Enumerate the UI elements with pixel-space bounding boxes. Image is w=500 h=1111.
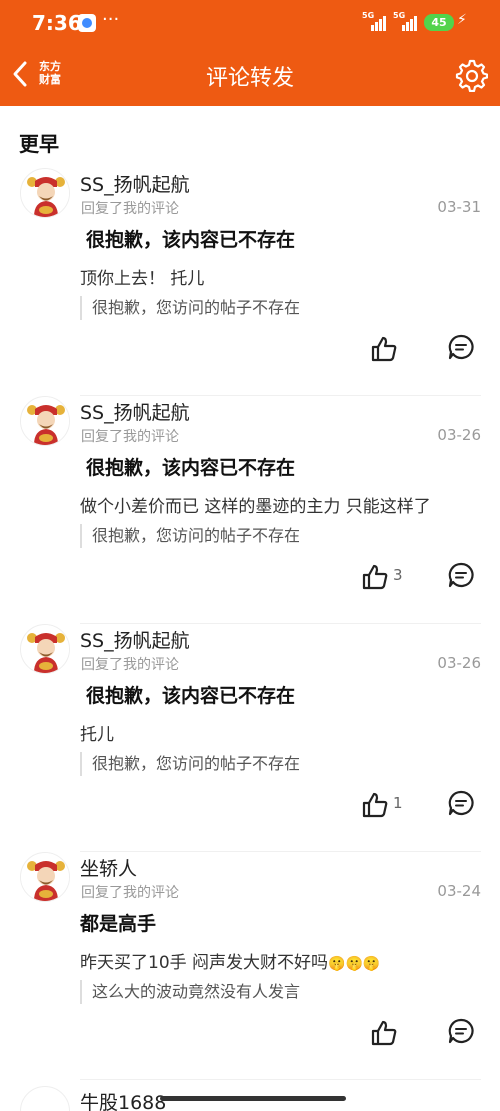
reply-button[interactable] <box>448 334 474 360</box>
thumbs-up-icon <box>371 336 397 362</box>
comment-icon <box>448 790 474 816</box>
comment-author[interactable]: SS_扬帆起航 <box>80 626 190 653</box>
quoted-post[interactable]: 很抱歉，您访问的帖子不存在 <box>80 752 300 776</box>
comment-title: 都是高手 <box>80 913 157 935</box>
page-title: 评论转发 <box>205 66 294 91</box>
reply-button[interactable] <box>448 1018 474 1044</box>
comment-title: 很抱歉，该内容已不存在 <box>86 457 296 479</box>
reply-button[interactable] <box>448 562 474 588</box>
avatar-icon <box>21 397 69 445</box>
like-count: 1 <box>393 794 403 812</box>
comment-subtitle: 回复了我的评论 <box>81 885 179 901</box>
comment-author[interactable]: SS_扬帆起航 <box>80 170 190 197</box>
avatar[interactable] <box>20 1086 70 1111</box>
comment-icon <box>448 334 474 360</box>
reply-button[interactable] <box>448 790 474 816</box>
signal-icon: 5G <box>362 11 386 31</box>
avatar[interactable] <box>20 396 70 446</box>
comment-content[interactable]: 顶你上去！ 托儿 <box>80 264 204 289</box>
more-notifications-icon: ··· <box>102 9 120 30</box>
status-bar: 7:36 ··· 5G 5G 45 ⚡ <box>0 0 500 46</box>
comment-author[interactable]: 坐轿人 <box>80 854 137 881</box>
list-item[interactable]: SS_扬帆起航 回复了我的评论 03-26 很抱歉，该内容已不存在 做个小差价而… <box>0 396 500 624</box>
comment-author[interactable]: SS_扬帆起航 <box>80 398 190 425</box>
like-button[interactable] <box>360 562 390 592</box>
nav-bar: 东方 财富 评论转发 <box>0 46 500 106</box>
comment-title: 很抱歉，该内容已不存在 <box>86 685 296 707</box>
like-button[interactable] <box>369 1018 399 1048</box>
section-title: 更早 <box>19 132 59 156</box>
comment-content[interactable]: 昨天买了10手 闷声发大财不好吗🤫🤫🤫 <box>80 948 380 973</box>
avatar-icon <box>21 169 69 217</box>
avatar-icon <box>21 853 69 901</box>
charging-icon: ⚡ <box>457 12 467 28</box>
list-item[interactable]: SS_扬帆起航 回复了我的评论 03-26 很抱歉，该内容已不存在 托儿 很抱歉… <box>0 624 500 852</box>
comment-icon <box>448 1018 474 1044</box>
thumbs-up-icon <box>362 564 388 590</box>
avatar[interactable] <box>20 168 70 218</box>
settings-button[interactable] <box>454 58 489 93</box>
like-button[interactable] <box>360 790 390 820</box>
list-item[interactable]: 坐轿人 回复了我的评论 03-24 都是高手 昨天买了10手 闷声发大财不好吗🤫… <box>0 852 500 1080</box>
comment-subtitle: 回复了我的评论 <box>81 201 179 217</box>
home-indicator[interactable] <box>160 1096 346 1101</box>
thumbs-up-icon <box>362 792 388 818</box>
signal-icon: 5G <box>393 11 417 31</box>
like-count: 3 <box>393 566 403 584</box>
quoted-post[interactable]: 这么大的波动竟然没有人发言 <box>80 980 300 1004</box>
comment-date: 03-31 <box>437 198 481 216</box>
comment-subtitle: 回复了我的评论 <box>81 657 179 673</box>
comment-icon <box>448 562 474 588</box>
gear-icon <box>455 59 489 93</box>
quoted-post[interactable]: 很抱歉，您访问的帖子不存在 <box>80 296 300 320</box>
status-time: 7:36 <box>32 11 82 35</box>
app-header: 7:36 ··· 5G 5G 45 ⚡ 东方 财富 评论转发 <box>0 0 500 106</box>
avatar-icon <box>21 625 69 673</box>
comment-author[interactable]: 牛股1688 <box>80 1088 166 1111</box>
app-notification-icon <box>78 14 96 32</box>
thumbs-up-icon <box>371 1020 397 1046</box>
comment-date: 03-26 <box>437 426 481 444</box>
list-item[interactable]: SS_扬帆起航 回复了我的评论 03-31 很抱歉，该内容已不存在 顶你上去！ … <box>0 168 500 396</box>
avatar[interactable] <box>20 852 70 902</box>
like-button[interactable] <box>369 334 399 364</box>
comment-date: 03-24 <box>437 882 481 900</box>
comment-content[interactable]: 做个小差价而已 这样的墨迹的主力 只能这样了 <box>80 492 431 517</box>
comment-date: 03-26 <box>437 654 481 672</box>
emoji: 🤫🤫🤫 <box>328 956 381 972</box>
avatar[interactable] <box>20 624 70 674</box>
battery-icon: 45 <box>424 14 454 31</box>
quoted-post[interactable]: 很抱歉，您访问的帖子不存在 <box>80 524 300 548</box>
comment-content[interactable]: 托儿 <box>80 720 114 745</box>
comment-subtitle: 回复了我的评论 <box>81 429 179 445</box>
comment-title: 很抱歉，该内容已不存在 <box>86 229 296 251</box>
comment-list: SS_扬帆起航 回复了我的评论 03-31 很抱歉，该内容已不存在 顶你上去！ … <box>0 168 500 1080</box>
